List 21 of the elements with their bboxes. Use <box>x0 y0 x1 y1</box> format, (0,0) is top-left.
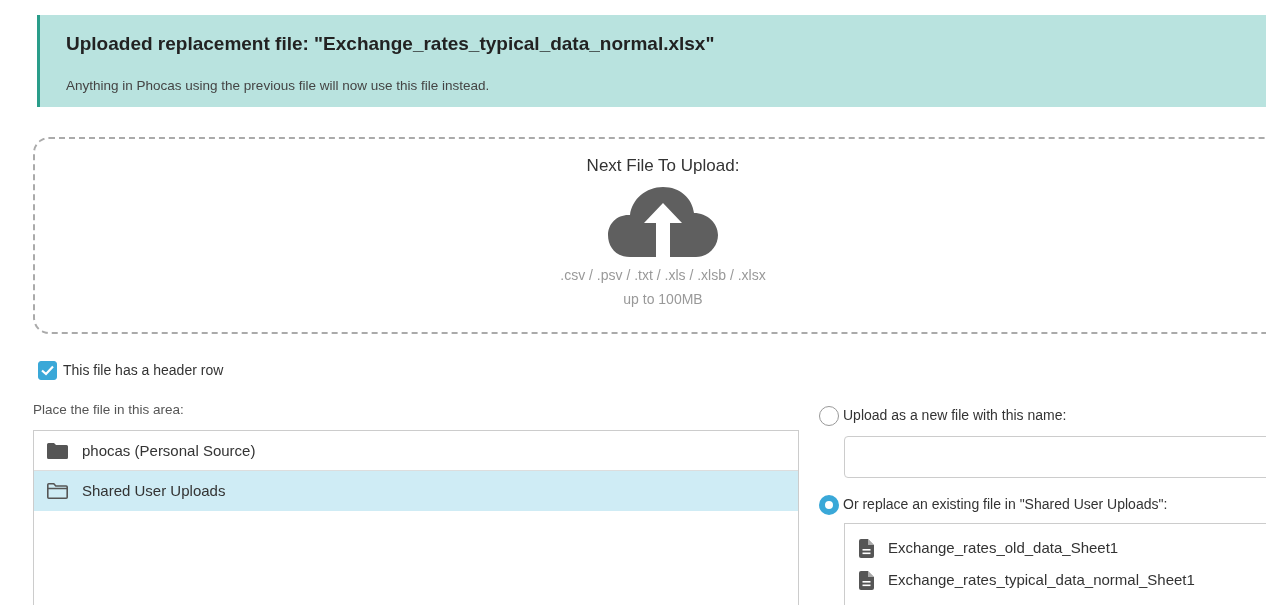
file-name-field[interactable] <box>844 436 1266 478</box>
radio-button[interactable] <box>819 405 839 426</box>
checkbox-label: This file has a header row <box>63 361 224 380</box>
banner-title: Uploaded replacement file: "Exchange_rates_typical_data_normal.xlsx" <box>66 33 716 56</box>
banner-message: Anything in Phocas using the previous file will now use this file instead. <box>66 76 491 95</box>
size-limit: up to 100MB <box>623 289 703 309</box>
dropzone-title: Next File To Upload: <box>586 155 740 177</box>
header-row-checkbox[interactable] <box>38 361 57 380</box>
file-item[interactable]: Exchange_rates_typical_data_normal_Sheet1 <box>845 564 1266 596</box>
file-formats: .csv / .psv / .txt / .xls / .xlsb / .xlsx <box>560 265 766 285</box>
area-label: Place the file in this area: <box>33 401 184 419</box>
radio-label: Upload as a new file with this name: <box>843 406 1067 425</box>
radio-label: Or replace an existing file in "Shared User Uploads": <box>843 495 1168 514</box>
radio-button[interactable] <box>819 494 839 515</box>
folder-icon <box>47 483 68 500</box>
folder-item[interactable]: Shared User Uploads <box>34 471 798 512</box>
file-icon <box>859 570 874 590</box>
file-icon <box>859 538 874 558</box>
file-item[interactable]: Exchange_rates_old_data_Sheet1 <box>845 532 1266 564</box>
upload-dropzone[interactable]: Next File To Upload: .csv / .psv / .txt / .xls / .xlsb / .xlsx up to 100MB <box>33 137 1266 334</box>
folder-icon <box>47 442 68 459</box>
